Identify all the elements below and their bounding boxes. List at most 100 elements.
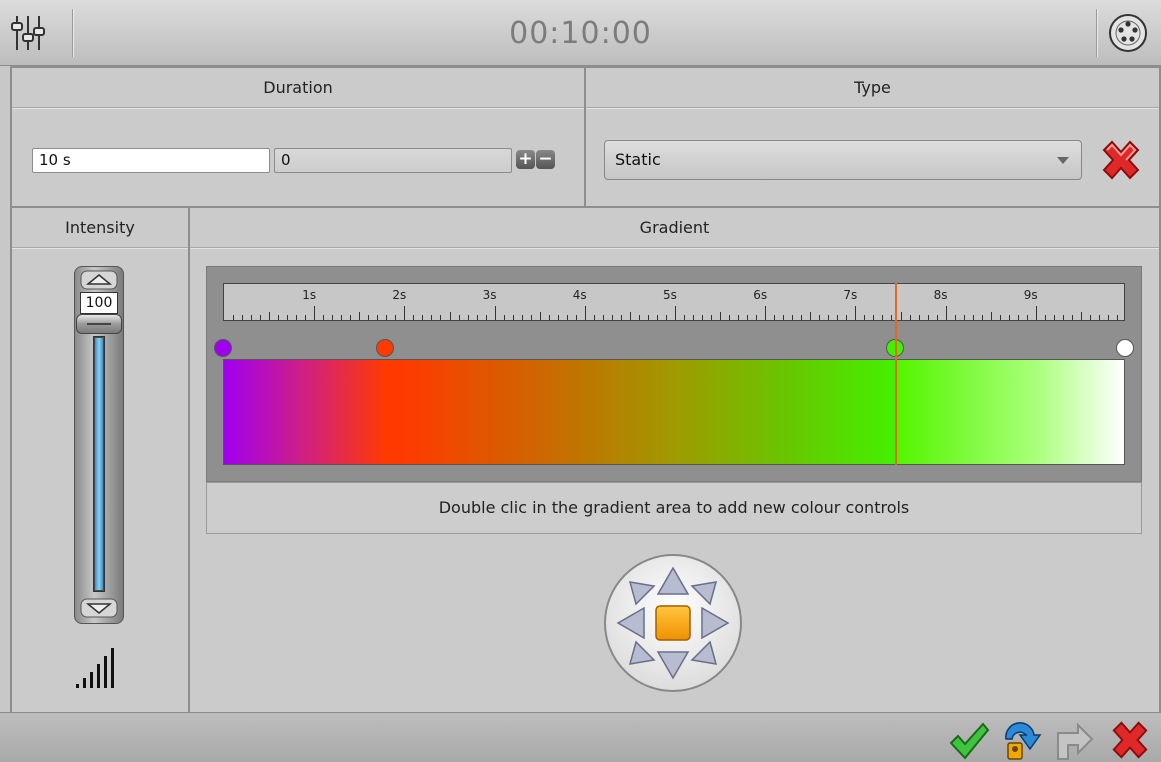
ruler-tick bbox=[1044, 315, 1046, 320]
ruler-tick bbox=[693, 315, 695, 320]
ruler-tick bbox=[1062, 315, 1064, 320]
ruler-tick bbox=[864, 315, 866, 320]
intensity-slider[interactable]: 100 bbox=[72, 266, 126, 624]
ruler-tick bbox=[593, 315, 595, 320]
slider-down-arrow-icon[interactable] bbox=[80, 598, 118, 618]
red-x-icon[interactable] bbox=[1098, 138, 1144, 182]
slider-fill bbox=[95, 338, 103, 590]
time-ruler[interactable]: 1s 2s 3s 4s 5s 6s 7s 8s 9s bbox=[223, 283, 1125, 321]
ruler-tick bbox=[1098, 315, 1100, 320]
ruler-tick bbox=[368, 315, 370, 320]
ruler-tick bbox=[278, 315, 280, 320]
time-display: 00:10:00 bbox=[509, 16, 652, 51]
ruler-tick bbox=[260, 315, 262, 320]
ruler-tick bbox=[386, 315, 388, 320]
ruler-tick bbox=[629, 312, 631, 320]
ruler-tick bbox=[647, 315, 649, 320]
ruler-label: 4s bbox=[572, 288, 587, 302]
type-panel: Type Static bbox=[584, 66, 1161, 208]
ruler-tick bbox=[314, 306, 316, 320]
intensity-value: 100 bbox=[80, 292, 118, 314]
ruler-label: 9s bbox=[1023, 288, 1038, 302]
ruler-tick bbox=[810, 312, 812, 320]
ruler-tick bbox=[828, 315, 830, 320]
ruler-tick bbox=[819, 315, 821, 320]
ruler-tick bbox=[729, 315, 731, 320]
duration-frames-input[interactable]: 0 bbox=[274, 148, 512, 173]
ruler-tick bbox=[449, 312, 451, 320]
ruler-label: 7s bbox=[843, 288, 858, 302]
ruler-tick bbox=[548, 315, 550, 320]
ruler-tick bbox=[990, 312, 992, 320]
ruler-tick bbox=[341, 315, 343, 320]
color-stop[interactable] bbox=[1116, 339, 1134, 357]
ruler-tick bbox=[242, 315, 244, 320]
ruler-label: 3s bbox=[482, 288, 497, 302]
ruler-tick bbox=[801, 315, 803, 320]
reset-icon[interactable] bbox=[998, 719, 1042, 762]
ruler-tick bbox=[981, 315, 983, 320]
ruler-tick bbox=[521, 315, 523, 320]
gradient-title: Gradient bbox=[190, 208, 1159, 248]
ruler-tick bbox=[918, 315, 920, 320]
ruler-tick bbox=[296, 315, 298, 320]
ruler-tick bbox=[927, 315, 929, 320]
intensity-panel: Intensity 100 bbox=[10, 206, 190, 714]
ruler-tick bbox=[431, 315, 433, 320]
cancel-icon[interactable] bbox=[1108, 719, 1152, 761]
ruler-tick bbox=[846, 315, 848, 320]
ruler-tick bbox=[656, 315, 658, 320]
ruler-tick bbox=[675, 306, 676, 320]
ruler-tick bbox=[738, 315, 740, 320]
ruler-tick bbox=[963, 315, 965, 320]
ruler-tick bbox=[413, 315, 415, 320]
ruler-tick bbox=[999, 315, 1001, 320]
ruler-tick bbox=[972, 315, 974, 320]
gradient-bar[interactable] bbox=[223, 359, 1125, 465]
title-bar: 00:10:00 bbox=[0, 0, 1161, 66]
ruler-tick bbox=[720, 312, 722, 320]
ruler-tick bbox=[503, 315, 505, 320]
color-stop[interactable] bbox=[376, 339, 395, 357]
slider-handle[interactable] bbox=[76, 314, 122, 334]
dmx-connector-icon[interactable] bbox=[1108, 13, 1148, 53]
ruler-tick bbox=[855, 306, 857, 320]
ruler-tick bbox=[783, 315, 785, 320]
pad-center-button bbox=[655, 605, 691, 641]
direction-pad[interactable] bbox=[602, 552, 744, 694]
sliders-icon[interactable] bbox=[10, 14, 46, 52]
ruler-tick bbox=[602, 315, 604, 320]
type-select[interactable]: Static bbox=[604, 140, 1082, 180]
ruler-tick bbox=[1026, 315, 1028, 320]
ruler-tick bbox=[251, 315, 253, 320]
checkmark-icon[interactable] bbox=[948, 721, 990, 761]
ruler-tick bbox=[512, 315, 514, 320]
ruler-tick bbox=[458, 315, 460, 320]
ruler-tick bbox=[422, 315, 424, 320]
ruler-tick bbox=[765, 306, 767, 320]
color-stop[interactable] bbox=[214, 339, 232, 357]
ruler-label: 5s bbox=[663, 288, 677, 302]
ruler-label: 6s bbox=[753, 288, 768, 302]
increment-button[interactable]: + bbox=[516, 150, 535, 169]
gradient-hint: Double clic in the gradient area to add … bbox=[206, 482, 1142, 534]
ruler-tick bbox=[494, 306, 496, 320]
ruler-label: 2s bbox=[392, 288, 407, 302]
ruler-tick bbox=[359, 312, 361, 320]
ruler-tick bbox=[305, 315, 307, 320]
ruler-label: 8s bbox=[933, 288, 948, 302]
duration-seconds-input[interactable]: 10 s bbox=[32, 148, 270, 173]
slider-up-arrow-icon[interactable] bbox=[80, 270, 118, 290]
time-cursor[interactable] bbox=[894, 283, 897, 465]
ruler-tick bbox=[665, 315, 667, 320]
intensity-title: Intensity bbox=[12, 208, 188, 248]
ruler-tick bbox=[557, 315, 559, 320]
ruler-tick bbox=[530, 315, 532, 320]
ruler-tick bbox=[711, 315, 713, 320]
ruler-tick bbox=[1080, 312, 1082, 320]
gradient-editor[interactable]: 1s 2s 3s 4s 5s 6s 7s 8s 9s bbox=[206, 266, 1142, 482]
ruler-tick bbox=[395, 315, 397, 320]
ruler-tick bbox=[575, 315, 577, 320]
redo-icon[interactable] bbox=[1052, 719, 1096, 762]
decrement-button[interactable]: − bbox=[536, 150, 555, 169]
